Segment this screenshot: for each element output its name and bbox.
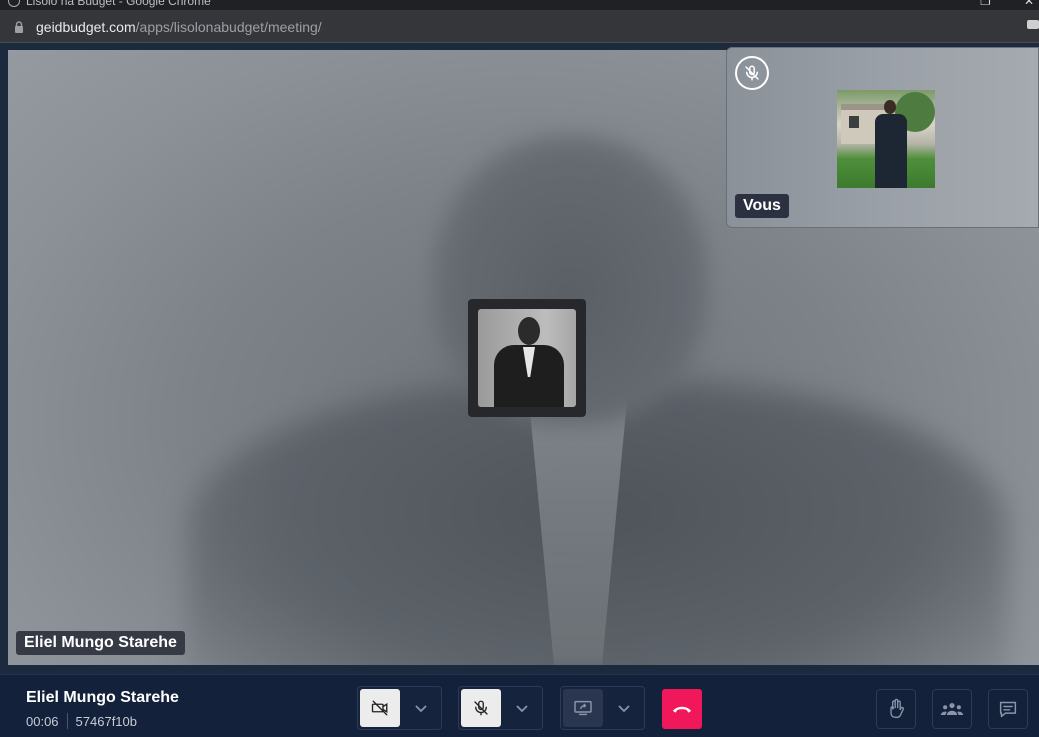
chat-button[interactable] xyxy=(988,689,1028,729)
chat-icon xyxy=(999,701,1017,718)
screen-share-button[interactable] xyxy=(563,689,603,727)
elapsed-time: 00:06 xyxy=(26,713,59,729)
participant-avatar xyxy=(468,299,586,417)
camera-control-group xyxy=(357,686,442,730)
participants-button[interactable] xyxy=(932,689,972,729)
mic-off-icon xyxy=(474,700,488,716)
mic-toggle-button[interactable] xyxy=(461,689,501,727)
participant-name-tag: Eliel Mungo Starehe xyxy=(16,631,185,655)
extension-icon[interactable] xyxy=(1027,20,1039,29)
meta-divider xyxy=(66,713,68,729)
camera-off-icon xyxy=(371,700,388,716)
browser-titlebar: Lisolo na Budget - Google Chrome ❐ ✕ xyxy=(0,0,1039,10)
chevron-down-icon xyxy=(618,705,630,713)
hangup-button[interactable] xyxy=(662,689,702,729)
share-options-button[interactable] xyxy=(605,689,643,727)
meeting-stage: Eliel Mungo Starehe Vous xyxy=(0,43,1039,674)
meeting-toolbar: Eliel Mungo Starehe 00:06 57467f10b xyxy=(0,674,1039,737)
window-title: Lisolo na Budget - Google Chrome xyxy=(26,0,211,8)
self-video-thumbnail xyxy=(837,90,935,188)
share-control-group xyxy=(560,686,645,730)
mic-control-group xyxy=(458,686,543,730)
browser-tab-icon xyxy=(8,0,20,7)
close-window-button[interactable]: ✕ xyxy=(1024,0,1034,8)
mic-off-icon xyxy=(735,56,769,90)
raise-hand-icon xyxy=(890,698,904,718)
phone-hangup-icon xyxy=(672,706,692,713)
self-view-tile[interactable]: Vous xyxy=(726,47,1039,228)
chevron-down-icon xyxy=(516,705,528,713)
restore-window-button[interactable]: ❐ xyxy=(980,0,991,8)
raise-hand-button[interactable] xyxy=(876,689,916,729)
meeting-code: 57467f10b xyxy=(75,713,137,729)
participants-icon xyxy=(940,703,964,715)
screen-share-icon xyxy=(574,700,592,716)
url-path: /apps/lisolonabudget/meeting/ xyxy=(135,19,322,35)
participant-photo xyxy=(478,309,576,407)
address-bar[interactable]: geidbudget.com/apps/lisolonabudget/meeti… xyxy=(0,10,1039,43)
meeting-title: Eliel Mungo Starehe xyxy=(26,689,179,706)
mic-options-button[interactable] xyxy=(503,689,541,727)
lock-icon xyxy=(14,20,24,38)
url-host: geidbudget.com xyxy=(36,19,136,35)
meeting-meta: 00:06 57467f10b xyxy=(26,713,137,729)
self-label: Vous xyxy=(735,194,789,218)
url-text[interactable]: geidbudget.com/apps/lisolonabudget/meeti… xyxy=(36,19,322,35)
camera-toggle-button[interactable] xyxy=(360,689,400,727)
chevron-down-icon xyxy=(415,705,427,713)
camera-options-button[interactable] xyxy=(402,689,440,727)
